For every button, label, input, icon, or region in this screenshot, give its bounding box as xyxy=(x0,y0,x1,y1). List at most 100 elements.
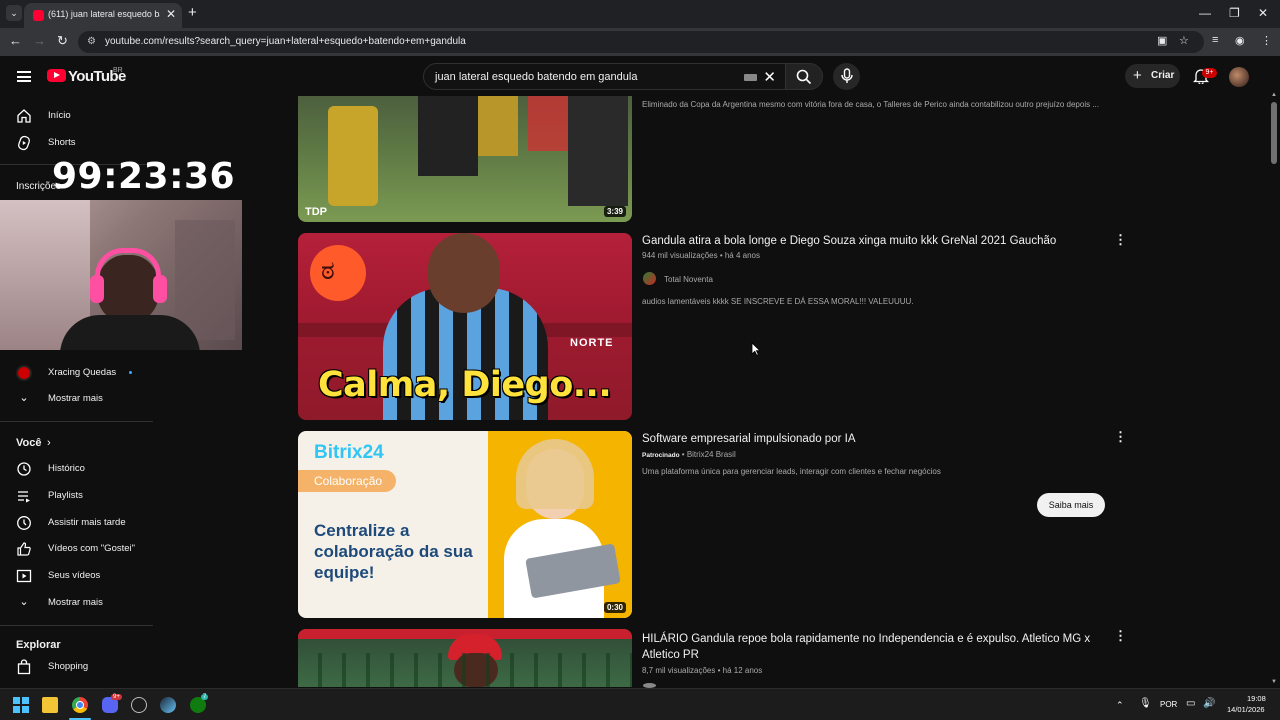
sidebar-item-home[interactable]: Início xyxy=(0,103,155,129)
sidebar-divider xyxy=(0,625,153,626)
more-actions-icon[interactable]: ⋮ xyxy=(1114,628,1127,644)
account-avatar[interactable] xyxy=(1229,67,1249,87)
bookmark-star-icon[interactable]: ☆ xyxy=(1179,34,1189,47)
back-icon[interactable]: ← xyxy=(9,33,22,48)
scroll-up-icon[interactable]: ▲ xyxy=(1271,92,1277,98)
browser-tab[interactable]: (611) juan lateral esquedo bate ✕ xyxy=(24,3,182,28)
ad-thumbnail[interactable]: Bitrix24 Colaboração Centralize a colabo… xyxy=(298,431,632,618)
create-button[interactable]: + Criar xyxy=(1125,64,1180,88)
sidebar-item-shopping[interactable]: Shopping xyxy=(0,654,155,680)
clock-time[interactable]: 19:08 xyxy=(1247,694,1266,703)
discord-badge: 9+ xyxy=(111,694,122,700)
new-tab-icon[interactable]: + xyxy=(188,4,197,21)
ad-title[interactable]: Software empresarial impulsionado por IA xyxy=(642,431,1102,447)
search-button[interactable] xyxy=(785,63,823,90)
playlists-icon xyxy=(18,491,30,503)
sidebar-item-label: Vídeos com "Gostei" xyxy=(48,543,136,554)
clear-search-icon[interactable]: ✕ xyxy=(763,68,776,86)
scrollbar-thumb[interactable] xyxy=(1271,102,1277,164)
new-content-dot xyxy=(129,371,132,374)
install-app-icon[interactable]: ▣ xyxy=(1157,34,1167,47)
sidebar-item-show-more[interactable]: ⌄ Mostrar mais xyxy=(0,386,155,412)
advertiser-name[interactable]: Bitrix24 Brasil xyxy=(687,450,736,459)
file-explorer-icon[interactable] xyxy=(42,697,58,713)
tab-search-icon[interactable]: ⌄ xyxy=(6,5,22,21)
keyboard-icon[interactable] xyxy=(744,74,757,81)
clock-date[interactable]: 14/01/2026 xyxy=(1227,705,1265,714)
sidebar-item-playlists[interactable]: Playlists xyxy=(0,483,155,509)
tray-microphone-icon[interactable]: 🎙 xyxy=(1139,698,1152,709)
chevron-right-icon: › xyxy=(47,437,51,449)
youtube-favicon-icon xyxy=(33,10,44,21)
ad-meta: Patrocinado • Bitrix24 Brasil xyxy=(642,450,736,459)
more-actions-icon[interactable]: ⋮ xyxy=(1114,429,1127,445)
app-icon[interactable] xyxy=(131,697,147,713)
youtube-header: YouTube BR juan lateral esquedo batendo … xyxy=(0,56,1280,96)
forward-icon[interactable]: → xyxy=(33,33,46,48)
volume-icon[interactable]: 🔊 xyxy=(1203,698,1215,709)
sidebar-item-history[interactable]: Histórico xyxy=(0,456,155,482)
more-actions-icon[interactable]: ⋮ xyxy=(1114,232,1127,248)
chrome-menu-icon[interactable]: ⋮ xyxy=(1261,34,1272,47)
address-url: youtube.com/results?search_query=juan+la… xyxy=(105,36,466,47)
video-thumbnail[interactable]: TDP 3:39 xyxy=(298,96,632,222)
learn-more-button[interactable]: Saiba mais xyxy=(1037,493,1105,517)
webcam-overlay xyxy=(0,200,242,350)
network-icon[interactable]: ▭ xyxy=(1186,698,1195,709)
tab-close-icon[interactable]: ✕ xyxy=(166,7,176,21)
video-description: audios lamentáveis kkkk SE INSCREVE E DÁ… xyxy=(642,297,914,306)
video-thumbnail[interactable]: NORTE ಠ Calma, Diego... xyxy=(298,233,632,420)
sidebar-item-label: Mostrar mais xyxy=(48,597,103,608)
explore-heading: Explorar xyxy=(16,639,61,651)
address-bar[interactable]: ⚙ youtube.com/results?search_query=juan+… xyxy=(78,31,1204,53)
sponsored-label: Patrocinado xyxy=(642,452,680,459)
input-language[interactable]: POR xyxy=(1160,700,1177,709)
sidebar-item-your-videos[interactable]: Seus vídeos xyxy=(0,563,155,589)
search-input[interactable]: juan lateral esquedo batendo em gandula … xyxy=(423,63,786,90)
site-info-icon[interactable]: ⚙ xyxy=(87,36,96,47)
you-heading[interactable]: Você xyxy=(16,437,41,449)
windows-start-icon[interactable] xyxy=(13,697,29,713)
window-close-icon[interactable]: ✕ xyxy=(1258,6,1268,20)
sidebar-item-label: Histórico xyxy=(48,463,85,474)
sidebar-item-liked-videos[interactable]: Vídeos com "Gostei" xyxy=(0,536,155,562)
maximize-icon[interactable]: ❐ xyxy=(1229,6,1240,20)
sidebar-item-label: Shorts xyxy=(48,137,76,148)
profile-icon[interactable]: ◉ xyxy=(1235,34,1245,47)
reading-list-icon[interactable]: ≡ xyxy=(1212,34,1218,46)
browser-toolbar: ← → ↻ ⚙ youtube.com/results?search_query… xyxy=(0,28,1280,56)
video-title[interactable]: HILÁRIO Gandula repoe bola rapidamente n… xyxy=(642,631,1102,663)
microphone-icon xyxy=(841,68,853,83)
thumbs-up-icon xyxy=(17,542,31,556)
video-title[interactable]: Gandula atira a bola longe e Diego Souza… xyxy=(642,233,1102,249)
scrollbar-track[interactable] xyxy=(1268,96,1280,688)
sidebar-item-label: Início xyxy=(48,110,71,121)
reload-icon[interactable]: ↻ xyxy=(57,33,68,49)
sidebar-item-show-more[interactable]: ⌄ Mostrar mais xyxy=(0,590,155,616)
youtube-logo-icon[interactable] xyxy=(47,69,66,82)
video-thumbnail[interactable] xyxy=(298,629,632,687)
hamburger-menu-icon[interactable] xyxy=(17,71,31,82)
voice-search-button[interactable] xyxy=(833,63,860,90)
tray-chevron-up-icon[interactable]: ⌃ xyxy=(1116,700,1124,711)
sidebar-item-shorts[interactable]: Shorts xyxy=(0,130,155,156)
chrome-icon[interactable] xyxy=(72,697,88,713)
stadium-banner: NORTE xyxy=(570,337,614,349)
scroll-down-icon[interactable]: ▼ xyxy=(1271,679,1277,685)
ad-brand-logo: Bitrix24 xyxy=(314,442,384,463)
video-meta: 944 mil visualizações • há 4 anos xyxy=(642,251,760,260)
channel-avatar[interactable] xyxy=(643,272,656,285)
channel-name[interactable]: Total Noventa xyxy=(664,275,713,284)
steam-icon[interactable] xyxy=(160,697,176,713)
sidebar-item-subscription[interactable]: Xracing Quedas xyxy=(0,360,155,386)
history-icon xyxy=(17,462,31,476)
minimize-icon[interactable]: — xyxy=(1199,6,1211,20)
sidebar-divider xyxy=(0,421,153,422)
plus-icon: + xyxy=(1133,67,1142,84)
browser-tab-strip: ⌄ (611) juan lateral esquedo bate ✕ + — … xyxy=(0,0,1280,28)
notification-badge: 9+ xyxy=(1202,68,1217,78)
search-icon xyxy=(796,69,812,85)
sidebar-item-watch-later[interactable]: Assistir mais tarde xyxy=(0,510,155,536)
stream-timer: 99:23:36 xyxy=(52,156,236,197)
sidebar-item-label: Shopping xyxy=(48,661,89,672)
